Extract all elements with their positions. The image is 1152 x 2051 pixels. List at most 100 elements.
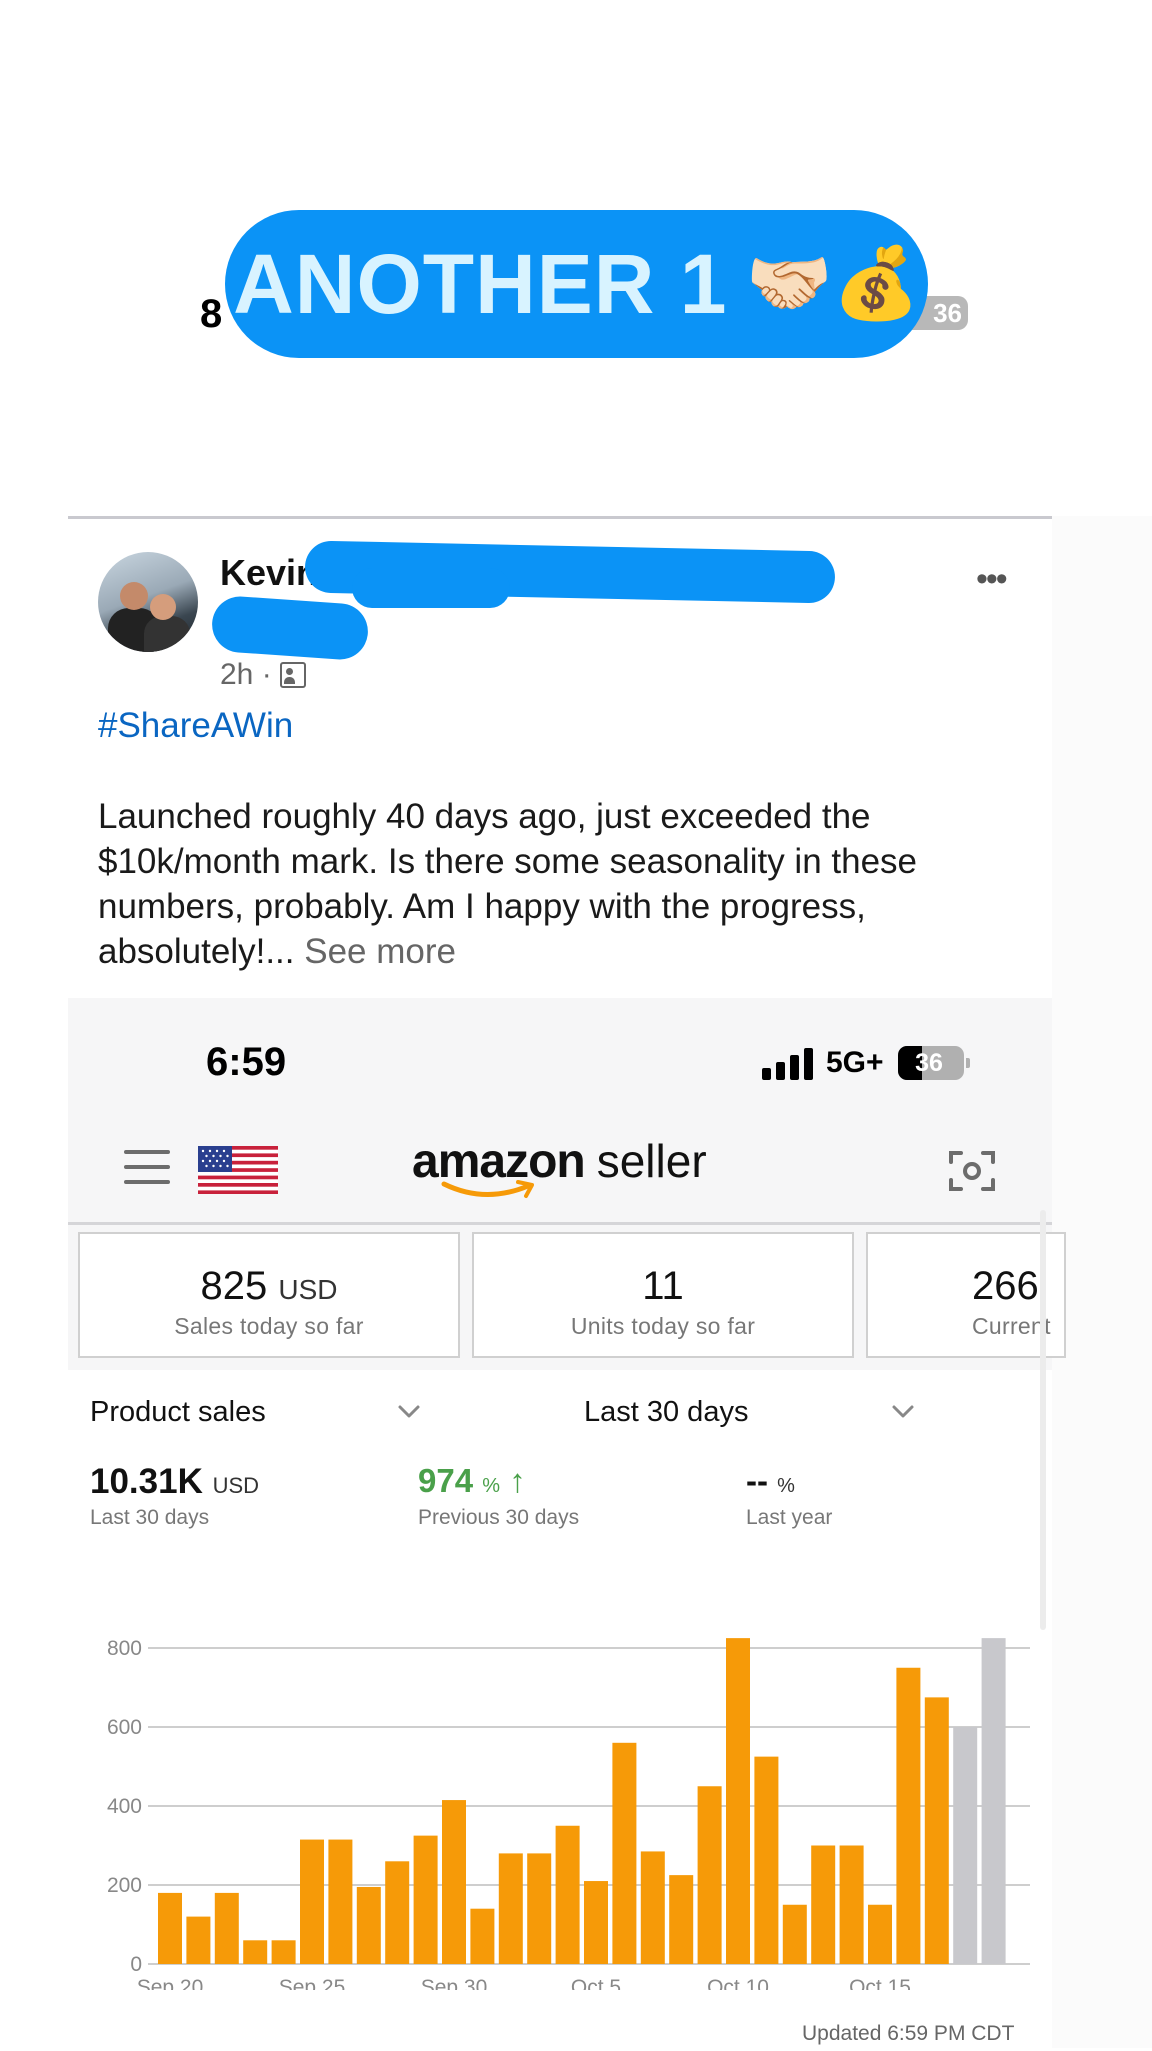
more-options-icon[interactable]: ••• xyxy=(976,560,1008,599)
kpi-sales-today[interactable]: 825 USD Sales today so far xyxy=(78,1232,460,1358)
see-more-link[interactable]: See more xyxy=(304,932,456,971)
bar-oct-9[interactable] xyxy=(697,1786,722,1964)
kpi-units-value: 11 xyxy=(642,1264,684,1308)
author-name[interactable]: Kevin xyxy=(220,552,318,594)
metric-dropdown[interactable]: Product sales xyxy=(90,1396,266,1429)
bar-oct-6[interactable] xyxy=(612,1742,637,1964)
metric-total-unit: USD xyxy=(212,1473,260,1498)
network-label: 5G+ xyxy=(826,1046,884,1079)
metric-previous-unit: % xyxy=(482,1475,501,1497)
kpi-units-today[interactable]: 11 Units today so far xyxy=(472,1232,854,1358)
logo-seller-text: seller xyxy=(596,1135,707,1187)
post-body: Launched roughly 40 days ago, just excee… xyxy=(98,794,1038,974)
us-flag-icon[interactable] xyxy=(198,1146,278,1194)
bar-oct-12[interactable] xyxy=(782,1904,807,1964)
updated-timestamp: Updated 6:59 PM CDT xyxy=(802,2022,1015,2045)
bar-oct-3[interactable] xyxy=(527,1853,552,1964)
post-timestamp: 2h · xyxy=(220,658,306,692)
bar-sep-24[interactable] xyxy=(271,1940,296,1964)
bar-oct-13[interactable] xyxy=(811,1845,836,1965)
metric-last-year-unit: % xyxy=(777,1475,795,1497)
bar-oct-8[interactable] xyxy=(669,1875,694,1964)
battery-icon: 36 xyxy=(898,1046,964,1080)
hashtag-link[interactable]: #ShareAWin xyxy=(98,706,293,746)
kpi-units-label: Units today so far xyxy=(570,1313,756,1339)
bar-sep-27[interactable] xyxy=(356,1886,381,1964)
kpi-current[interactable]: 266 Current xyxy=(866,1232,1066,1358)
metric-last-year-value: -- xyxy=(746,1462,768,1499)
metric-total-value: 10.31K xyxy=(90,1462,203,1501)
redaction-mark xyxy=(210,594,370,662)
kpi-sales-label: Sales today so far xyxy=(174,1313,364,1339)
metric-last-year: -- % xyxy=(746,1462,795,1500)
x-tick-label: Sep 20 xyxy=(137,1976,204,1990)
author-avatar[interactable] xyxy=(98,552,198,652)
x-tick-label: Oct 5 xyxy=(571,1976,621,1990)
bar-sep-25[interactable] xyxy=(300,1839,324,1964)
kpi-sales-value: 825 xyxy=(200,1264,268,1308)
bar-sep-21[interactable] xyxy=(186,1916,211,1964)
announcement-banner: ANOTHER 1 🤝🏻💰 xyxy=(225,210,928,358)
metric-previous: 974 % ↑ xyxy=(418,1462,526,1500)
sales-bar-chart: 0 200 400 600 800 Sep 20 Sep 25 Sep 30 Oct 5 Oct … xyxy=(107,1637,1030,1990)
handshake-moneybag-icon: 🤝🏻💰 xyxy=(745,244,920,322)
post-body-text: Launched roughly 40 days ago, just excee… xyxy=(98,797,918,971)
metric-total-label: Last 30 days xyxy=(90,1506,210,1529)
amazon-smile-icon xyxy=(441,1180,534,1198)
bar-oct-15[interactable] xyxy=(868,1904,892,1964)
metric-total: 10.31K USD xyxy=(90,1462,259,1502)
arrow-up-icon: ↑ xyxy=(509,1462,526,1499)
bar-oct-11[interactable] xyxy=(754,1756,779,1964)
kpi-sales-unit: USD xyxy=(278,1274,338,1305)
y-tick-label: 800 xyxy=(107,1637,142,1660)
chevron-down-icon[interactable] xyxy=(396,1398,422,1424)
bar-oct-17[interactable] xyxy=(924,1697,949,1964)
bar-sep-23[interactable] xyxy=(243,1940,268,1964)
bar-oct-5[interactable] xyxy=(584,1881,608,1964)
redaction-mark xyxy=(352,568,510,608)
signal-icon xyxy=(762,1048,814,1080)
bar-oct-2[interactable] xyxy=(498,1853,523,1964)
bar-oct-4[interactable] xyxy=(555,1825,580,1964)
visibility-icon xyxy=(279,662,306,688)
kpi-current-label: Current xyxy=(972,1313,1051,1339)
bar-sep-20[interactable] xyxy=(158,1892,182,1964)
y-tick-label: 400 xyxy=(107,1795,142,1818)
metric-last-year-label: Last year xyxy=(746,1506,833,1529)
bar-oct-16[interactable] xyxy=(896,1667,921,1964)
bar-oct-18[interactable] xyxy=(953,1727,978,1964)
kpi-sales-value-wrap: 825 USD xyxy=(80,1264,458,1309)
y-tick-label: 0 xyxy=(130,1953,142,1976)
bar-sep-28[interactable] xyxy=(385,1861,410,1964)
bar-sep-30[interactable] xyxy=(442,1800,466,1964)
page-margin xyxy=(1052,516,1152,2048)
x-tick-label: Sep 30 xyxy=(421,1976,488,1990)
x-tick-label: Oct 15 xyxy=(849,1976,911,1990)
bar-sep-29[interactable] xyxy=(413,1835,438,1964)
scrollbar[interactable] xyxy=(1040,1210,1046,1630)
bar-oct-14[interactable] xyxy=(839,1845,864,1965)
battery-nub xyxy=(966,1058,970,1068)
bar-oct-19[interactable] xyxy=(981,1638,1006,1964)
y-tick-label: 200 xyxy=(107,1874,142,1897)
x-tick-label: Sep 25 xyxy=(279,1976,346,1990)
scan-icon[interactable] xyxy=(948,1148,996,1194)
x-tick-label: Oct 10 xyxy=(707,1976,769,1990)
banner-text: ANOTHER 1 xyxy=(233,236,728,331)
chevron-down-icon[interactable] xyxy=(890,1398,916,1424)
bar-oct-1[interactable] xyxy=(470,1908,495,1964)
bar-sep-26[interactable] xyxy=(328,1839,353,1964)
bar-oct-7[interactable] xyxy=(640,1851,665,1964)
menu-icon[interactable] xyxy=(124,1150,170,1184)
kpi-current-value: 266 xyxy=(972,1264,1039,1308)
period-dropdown[interactable]: Last 30 days xyxy=(584,1396,748,1429)
post-time-text: 2h · xyxy=(220,658,272,691)
metric-previous-value: 974 xyxy=(418,1462,474,1499)
battery-level: 36 xyxy=(915,1049,943,1077)
bar-sep-22[interactable] xyxy=(214,1892,239,1964)
y-tick-label: 600 xyxy=(107,1716,142,1739)
status-time: 6:59 xyxy=(206,1040,287,1084)
header-divider xyxy=(68,1222,1052,1225)
bar-oct-10[interactable] xyxy=(726,1638,750,1964)
top-status-fragment: 8 xyxy=(200,292,223,336)
